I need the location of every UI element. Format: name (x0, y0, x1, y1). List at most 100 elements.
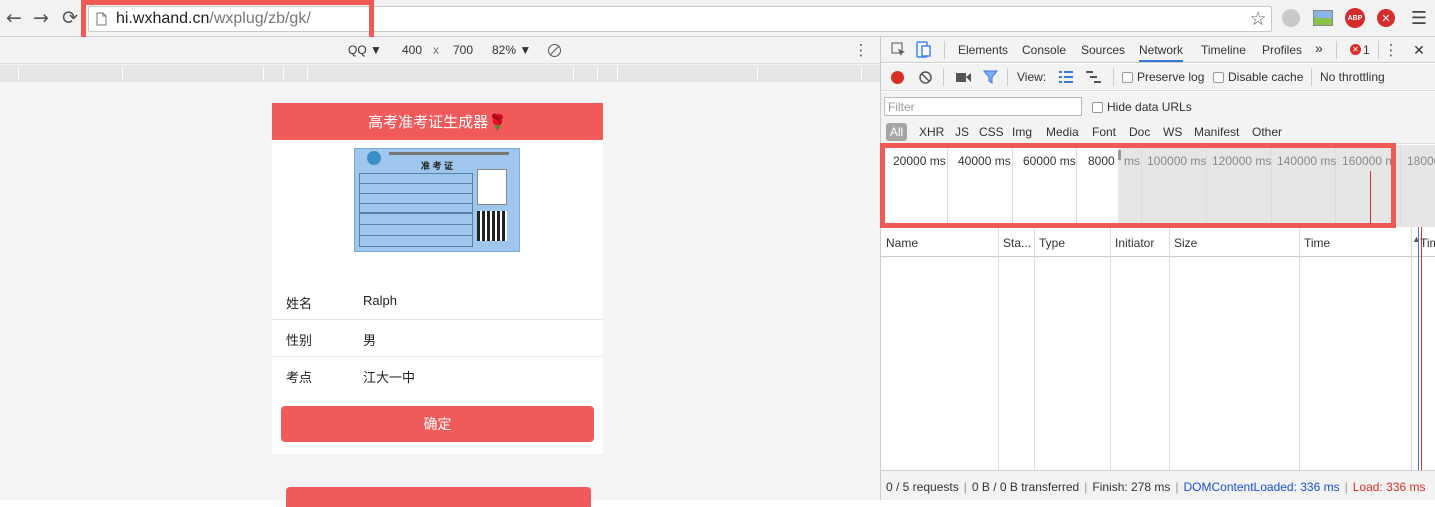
preserve-log-checkbox[interactable]: Preserve log (1122, 70, 1204, 84)
forward-arrow-icon[interactable]: → (29, 6, 53, 30)
type-filter-font[interactable]: Font (1092, 125, 1116, 139)
device-mode-icon[interactable] (916, 41, 932, 58)
disable-cache-checkbox[interactable]: Disable cache (1213, 70, 1303, 84)
page-title: 高考准考证生成器🌹 (272, 103, 603, 140)
dcl-line (1418, 227, 1419, 470)
status-requests: 0 / 5 requests (886, 480, 959, 494)
menu-icon[interactable]: ☰ (1409, 8, 1429, 28)
resource-type-filters: All XHR JS CSS Img Media Font Doc WS Man… (881, 122, 1435, 144)
form-row-gender[interactable]: 性别 男 (272, 320, 603, 357)
status-load: Load: 336 ms (1352, 480, 1426, 494)
dimension-separator: x (433, 43, 439, 57)
admission-ticket-image-area: 准 考 证 (272, 140, 603, 283)
status-finish: Finish: 278 ms (1092, 480, 1171, 494)
star-icon[interactable]: ☆ (1247, 8, 1269, 30)
device-viewport: QQ ▼ 400 x 700 82% ▼ ⋮ 高考准考证生成器🌹 准 考 证 姓… (0, 37, 880, 507)
request-table-header: Name Sta... Type Initiator Size Time ▲ T… (881, 227, 1435, 257)
qr-code (477, 211, 507, 241)
list-view-icon[interactable] (1059, 71, 1073, 83)
type-filter-doc[interactable]: Doc (1129, 125, 1150, 139)
field-label: 性别 (286, 333, 313, 348)
clear-icon[interactable] (919, 71, 932, 84)
column-header-type[interactable]: Type (1039, 236, 1065, 250)
filter-input[interactable]: Filter (884, 97, 1082, 116)
phone-screen: 高考准考证生成器🌹 准 考 证 姓名 Ralph 性别 男 考点 江大一中 确定 (272, 103, 603, 507)
device-more-icon[interactable]: ⋮ (853, 41, 869, 59)
preserve-log-label: Preserve log (1137, 70, 1205, 84)
field-label: 姓名 (286, 296, 313, 311)
form-row-exam-site[interactable]: 考点 江大一中 (272, 357, 603, 394)
type-filter-ws[interactable]: WS (1163, 125, 1182, 139)
adblock-plus-icon[interactable]: ABP (1345, 8, 1365, 28)
image-extension-icon[interactable] (1313, 10, 1333, 26)
back-arrow-icon[interactable]: ← (2, 6, 26, 30)
close-extension-icon[interactable]: ✕ (1377, 9, 1395, 27)
timeline-highlight-box (880, 143, 1396, 228)
close-devtools-icon[interactable]: ✕ (1411, 41, 1427, 59)
status-summary: 0 / 5 requests | 0 B / 0 B transferred | Fin… (886, 480, 1426, 494)
column-header-size[interactable]: Size (1174, 236, 1197, 250)
type-filter-js[interactable]: JS (955, 125, 969, 139)
tab-console[interactable]: Console (1022, 43, 1066, 57)
zoom-select[interactable]: 82% ▼ (492, 43, 531, 57)
name-field[interactable]: Ralph (363, 293, 397, 308)
devtools-panel: Elements Console Sources Network Timelin… (880, 37, 1435, 500)
confirm-button[interactable]: 确定 (281, 406, 594, 442)
record-icon[interactable] (891, 71, 904, 84)
hide-data-urls-checkbox[interactable]: Hide data URLs (1092, 100, 1192, 114)
tab-network[interactable]: Network (1139, 43, 1184, 62)
status-transferred: 0 B / 0 B transferred (971, 480, 1080, 494)
media-query-ruler (0, 65, 880, 82)
type-filter-manifest[interactable]: Manifest (1194, 125, 1239, 139)
column-header-timeline[interactable]: Time (1420, 236, 1435, 250)
network-status-bar: 0 / 5 requests | 0 B / 0 B transferred | Fin… (881, 470, 1435, 500)
tab-profiles[interactable]: Profiles (1262, 43, 1302, 57)
inspect-icon[interactable] (891, 42, 906, 57)
screenshot-icon[interactable] (956, 72, 971, 83)
admission-ticket-image: 准 考 证 (354, 148, 520, 252)
device-width-input[interactable]: 400 (402, 43, 422, 57)
device-height-input[interactable]: 700 (453, 43, 473, 57)
network-toolbar: View: Preserve log Disable cache No thro… (881, 64, 1435, 91)
filter-row: Filter Hide data URLs (881, 92, 1435, 122)
error-count[interactable]: 1 (1363, 43, 1370, 57)
filter-icon[interactable] (983, 70, 998, 84)
device-select[interactable]: QQ ▼ (348, 43, 382, 57)
tab-sources[interactable]: Sources (1081, 43, 1125, 57)
rotate-icon[interactable] (547, 43, 562, 58)
form-row-name[interactable]: 姓名 Ralph (272, 283, 603, 320)
devtools-menu-icon[interactable]: ⋮ (1383, 41, 1399, 59)
button-area: 确定 (272, 393, 603, 454)
photo-placeholder (477, 169, 507, 205)
column-header-time[interactable]: Time (1304, 236, 1330, 250)
throttling-select[interactable]: No throttling (1320, 70, 1385, 84)
device-toolbar: QQ ▼ 400 x 700 82% ▼ ⋮ (0, 37, 880, 64)
type-filter-img[interactable]: Img (1012, 125, 1032, 139)
timeline-label: 18000 (1407, 154, 1435, 168)
hide-data-urls-label: Hide data URLs (1107, 100, 1192, 114)
type-filter-css[interactable]: CSS (979, 125, 1004, 139)
column-header-name[interactable]: Name (886, 236, 918, 250)
error-icon[interactable]: ✕ (1350, 44, 1361, 55)
secondary-button[interactable] (286, 487, 591, 507)
waterfall-view-icon[interactable] (1086, 71, 1101, 83)
reload-icon[interactable]: ⟳ (58, 6, 82, 30)
type-filter-media[interactable]: Media (1046, 125, 1079, 139)
column-header-status[interactable]: Sta... (1003, 236, 1031, 250)
type-filter-xhr[interactable]: XHR (919, 125, 944, 139)
disable-cache-label: Disable cache (1228, 70, 1304, 84)
extension-icon[interactable] (1282, 9, 1300, 27)
column-header-initiator[interactable]: Initiator (1115, 236, 1154, 250)
view-label: View: (1017, 70, 1047, 84)
type-filter-all[interactable]: All (886, 123, 907, 141)
load-line (1421, 227, 1422, 470)
tab-timeline[interactable]: Timeline (1201, 43, 1246, 57)
field-label: 考点 (286, 370, 313, 385)
status-dcl: DOMContentLoaded: 336 ms (1183, 480, 1340, 494)
type-filter-other[interactable]: Other (1252, 125, 1282, 139)
tab-elements[interactable]: Elements (958, 43, 1008, 57)
more-tabs-icon[interactable]: » (1315, 40, 1323, 56)
devtools-tabbar: Elements Console Sources Network Timelin… (881, 37, 1435, 63)
gender-field[interactable]: 男 (363, 330, 376, 349)
exam-site-field[interactable]: 江大一中 (363, 367, 415, 386)
